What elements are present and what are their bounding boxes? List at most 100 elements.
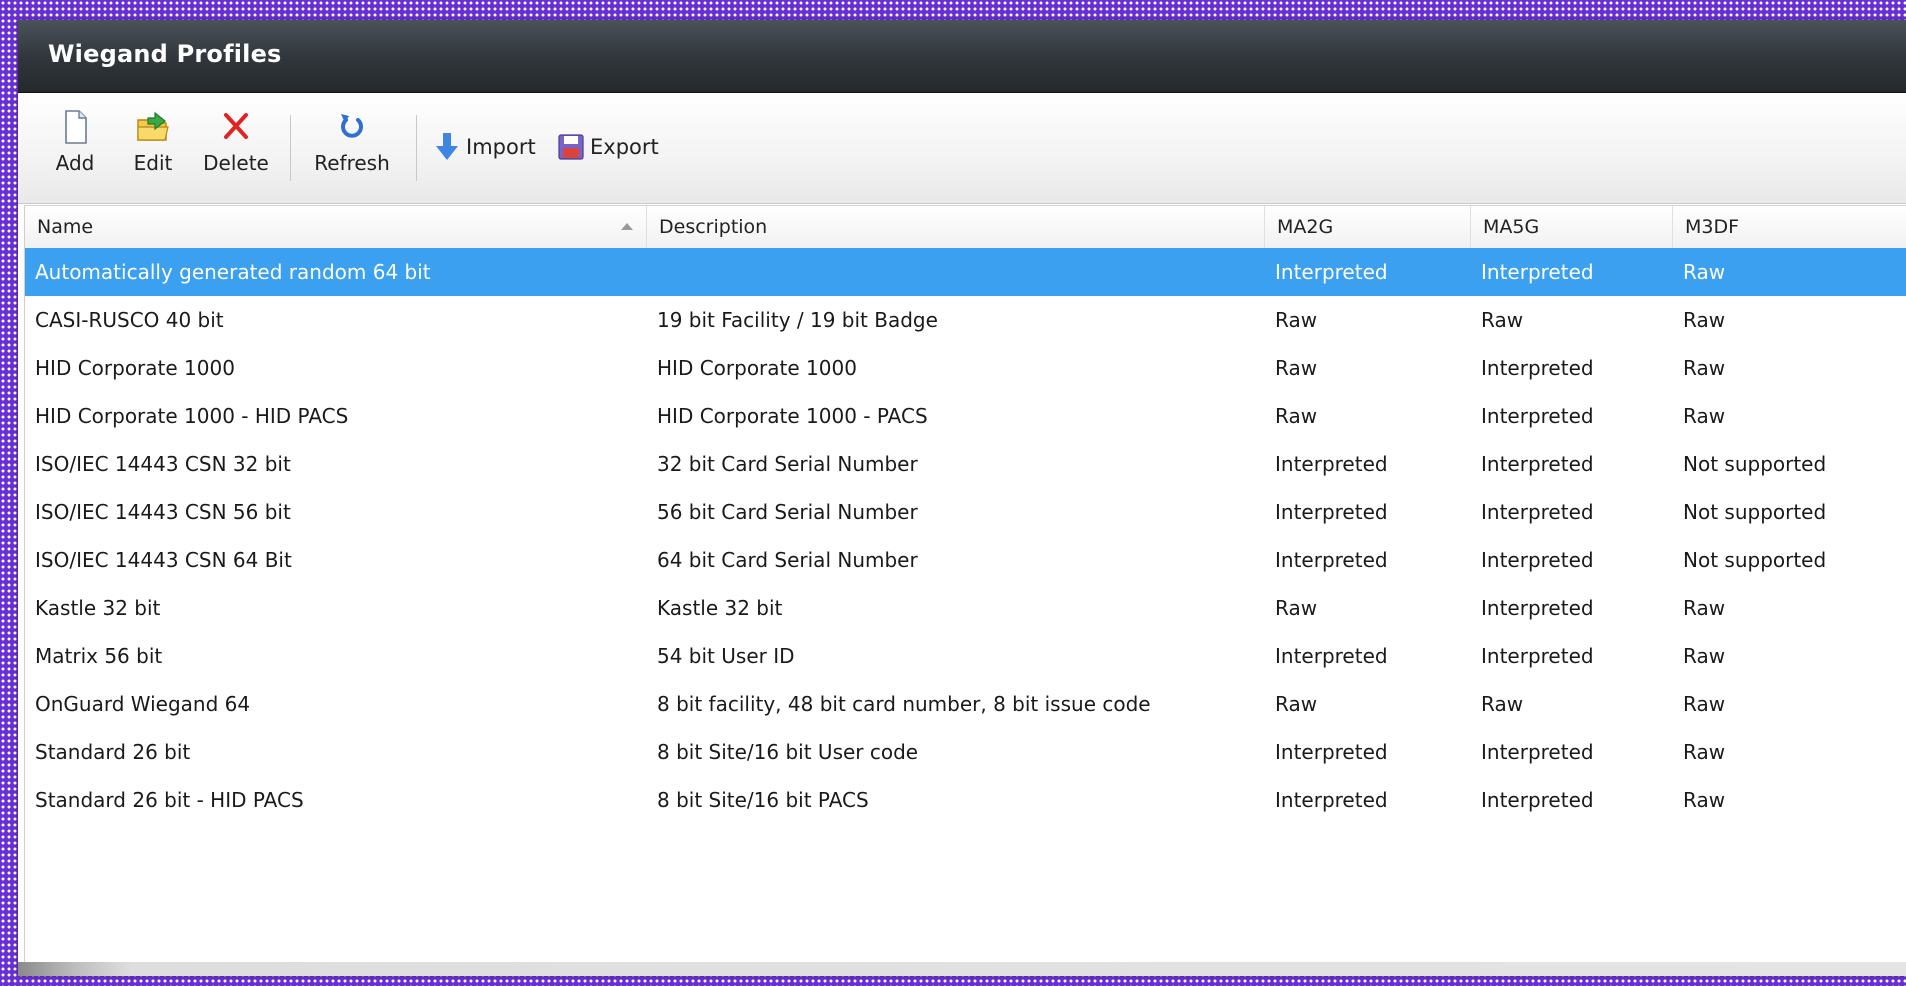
cell-ma2g: Interpreted xyxy=(1275,500,1388,524)
cell-ma5g: Interpreted xyxy=(1481,260,1594,284)
cell-ma5g: Interpreted xyxy=(1481,500,1594,524)
cell-name: Automatically generated random 64 bit xyxy=(35,260,431,284)
refresh-icon xyxy=(341,114,363,138)
cell-m3df: Raw xyxy=(1683,644,1726,668)
delete-button[interactable]: Delete xyxy=(196,107,276,189)
cell-description: 32 bit Card Serial Number xyxy=(657,452,918,476)
cell-description: 54 bit User ID xyxy=(657,644,795,668)
window-bottom-edge xyxy=(18,962,1906,976)
toolbar: Add Edit Delete Refresh Import Export xyxy=(18,93,1906,204)
cell-description: 8 bit facility, 48 bit card number, 8 bi… xyxy=(657,692,1151,716)
cell-ma2g: Interpreted xyxy=(1275,260,1388,284)
profiles-grid: Name Description MA2G MA5G M3DF Automati… xyxy=(24,205,1906,976)
cell-m3df: Raw xyxy=(1683,740,1726,764)
table-row[interactable]: Matrix 56 bit 54 bit User ID Interpreted… xyxy=(25,632,1906,680)
cell-ma5g: Raw xyxy=(1481,308,1524,332)
column-header-name[interactable]: Name xyxy=(25,206,647,248)
cell-description: 8 bit Site/16 bit PACS xyxy=(657,788,869,812)
cell-description: 64 bit Card Serial Number xyxy=(657,548,918,572)
cell-ma5g: Interpreted xyxy=(1481,788,1594,812)
edit-button[interactable]: Edit xyxy=(118,107,188,189)
cell-ma2g: Raw xyxy=(1275,404,1318,428)
table-row[interactable]: Kastle 32 bit Kastle 32 bit Raw Interpre… xyxy=(25,584,1906,632)
cell-ma2g: Raw xyxy=(1275,356,1318,380)
cell-name: Standard 26 bit - HID PACS xyxy=(35,788,304,812)
cell-ma2g: Interpreted xyxy=(1275,548,1388,572)
cell-description: 19 bit Facility / 19 bit Badge xyxy=(657,308,938,332)
cell-ma2g: Raw xyxy=(1275,596,1318,620)
cell-ma5g: Interpreted xyxy=(1481,356,1594,380)
cell-ma5g: Interpreted xyxy=(1481,596,1594,620)
cell-name: OnGuard Wiegand 64 xyxy=(35,692,251,716)
import-button-label: Import xyxy=(466,135,536,159)
export-button-label: Export xyxy=(590,135,659,159)
cell-name: Kastle 32 bit xyxy=(35,596,161,620)
cell-name: ISO/IEC 14443 CSN 32 bit xyxy=(35,452,291,476)
cell-name: ISO/IEC 14443 CSN 64 Bit xyxy=(35,548,292,572)
new-document-icon xyxy=(65,110,87,144)
cell-name: Standard 26 bit xyxy=(35,740,191,764)
toolbar-separator xyxy=(416,115,417,181)
cell-description: HID Corporate 1000 xyxy=(657,356,857,380)
column-header-ma2g[interactable]: MA2G xyxy=(1265,206,1471,248)
title-bar: Wiegand Profiles xyxy=(18,20,1906,93)
table-row[interactable]: OnGuard Wiegand 64 8 bit facility, 48 bi… xyxy=(25,680,1906,728)
cell-m3df: Raw xyxy=(1683,596,1726,620)
cell-m3df: Raw xyxy=(1683,308,1726,332)
add-button-label: Add xyxy=(55,151,95,175)
table-row[interactable]: Standard 26 bit - HID PACS 8 bit Site/16… xyxy=(25,776,1906,824)
cell-description: 56 bit Card Serial Number xyxy=(657,500,918,524)
cell-m3df: Raw xyxy=(1683,356,1726,380)
cell-ma2g: Interpreted xyxy=(1275,452,1388,476)
floppy-disk-export-icon xyxy=(558,134,584,160)
delete-button-label: Delete xyxy=(203,151,269,175)
cell-ma5g: Interpreted xyxy=(1481,548,1594,572)
cell-ma2g: Interpreted xyxy=(1275,788,1388,812)
sort-ascending-icon xyxy=(621,223,633,230)
cell-name: Matrix 56 bit xyxy=(35,644,163,668)
down-arrow-import-icon xyxy=(436,133,458,160)
cell-ma5g: Interpreted xyxy=(1481,404,1594,428)
cell-description: 8 bit Site/16 bit User code xyxy=(657,740,919,764)
column-header-m3df[interactable]: M3DF xyxy=(1673,206,1906,248)
table-row[interactable]: ISO/IEC 14443 CSN 64 Bit 64 bit Card Ser… xyxy=(25,536,1906,584)
cell-m3df: Raw xyxy=(1683,404,1726,428)
toolbar-separator xyxy=(290,115,291,181)
cell-m3df: Raw xyxy=(1683,260,1726,284)
red-x-icon xyxy=(224,113,248,139)
cell-ma5g: Interpreted xyxy=(1481,644,1594,668)
table-row[interactable]: Standard 26 bit 8 bit Site/16 bit User c… xyxy=(25,728,1906,776)
grid-body: Automatically generated random 64 bit In… xyxy=(25,248,1906,824)
refresh-button[interactable]: Refresh xyxy=(302,107,402,189)
table-row[interactable]: ISO/IEC 14443 CSN 56 bit 56 bit Card Ser… xyxy=(25,488,1906,536)
import-button[interactable]: Import xyxy=(432,129,536,165)
cell-ma5g: Interpreted xyxy=(1481,452,1594,476)
table-row[interactable]: CASI-RUSCO 40 bit 19 bit Facility / 19 b… xyxy=(25,296,1906,344)
cell-ma5g: Raw xyxy=(1481,692,1524,716)
cell-name: HID Corporate 1000 xyxy=(35,356,235,380)
table-row[interactable]: Automatically generated random 64 bit In… xyxy=(25,248,1906,296)
cell-ma2g: Interpreted xyxy=(1275,644,1388,668)
cell-ma2g: Interpreted xyxy=(1275,740,1388,764)
cell-m3df: Raw xyxy=(1683,788,1726,812)
refresh-button-label: Refresh xyxy=(314,151,390,175)
table-row[interactable]: HID Corporate 1000 HID Corporate 1000 Ra… xyxy=(25,344,1906,392)
cell-m3df: Not supported xyxy=(1683,452,1827,476)
grid-header: Name Description MA2G MA5G M3DF xyxy=(25,205,1906,249)
wiegand-profiles-window: Wiegand Profiles Add Edit Delete Refresh… xyxy=(18,20,1906,976)
cell-m3df: Not supported xyxy=(1683,500,1827,524)
table-row[interactable]: HID Corporate 1000 - HID PACS HID Corpor… xyxy=(25,392,1906,440)
folder-edit-icon xyxy=(137,111,169,141)
add-button[interactable]: Add xyxy=(40,107,110,189)
cell-description: HID Corporate 1000 - PACS xyxy=(657,404,928,428)
cell-description: Kastle 32 bit xyxy=(657,596,783,620)
window-title: Wiegand Profiles xyxy=(48,40,282,68)
export-button[interactable]: Export xyxy=(556,129,659,165)
cell-description xyxy=(647,248,1265,296)
table-row[interactable]: ISO/IEC 14443 CSN 32 bit 32 bit Card Ser… xyxy=(25,440,1906,488)
cell-ma5g: Interpreted xyxy=(1481,740,1594,764)
cell-name: CASI-RUSCO 40 bit xyxy=(35,308,224,332)
cell-name: ISO/IEC 14443 CSN 56 bit xyxy=(35,500,291,524)
column-header-ma5g[interactable]: MA5G xyxy=(1471,206,1673,248)
column-header-description[interactable]: Description xyxy=(647,206,1265,248)
